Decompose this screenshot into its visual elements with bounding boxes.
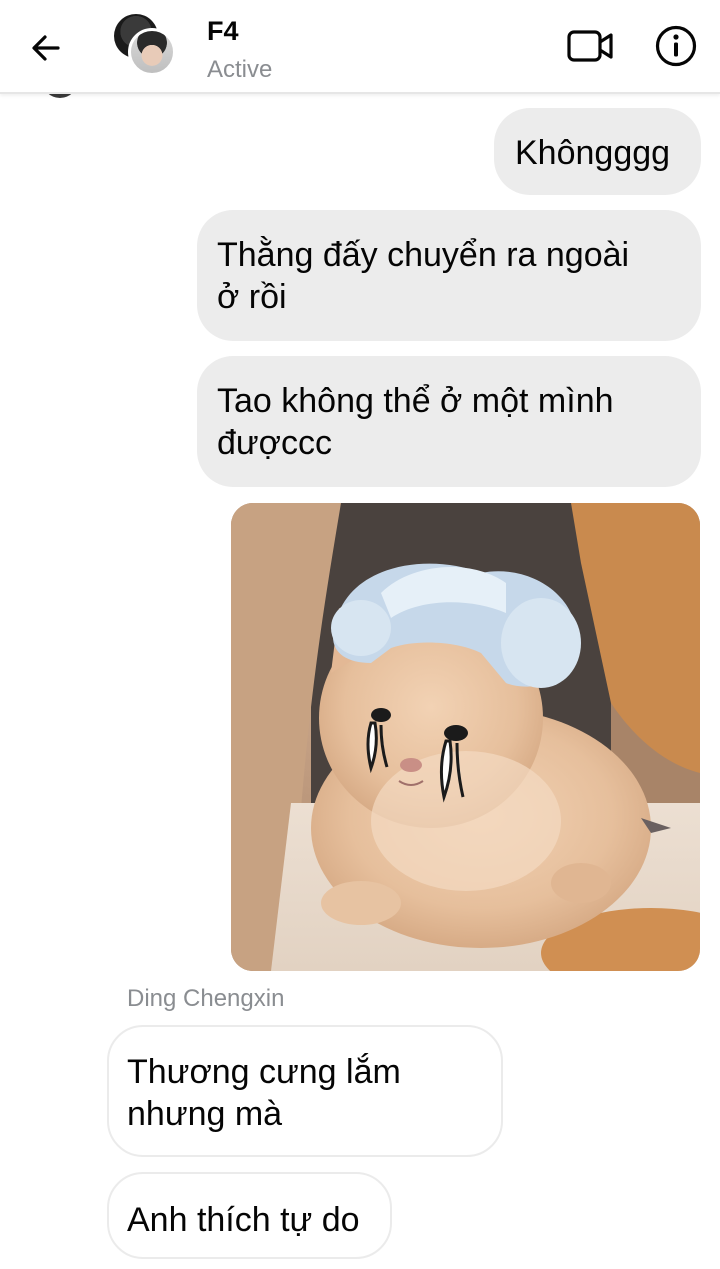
info-icon	[655, 25, 697, 67]
group-avatar[interactable]	[114, 14, 178, 78]
video-call-icon	[567, 30, 613, 62]
active-status: Active	[207, 56, 273, 83]
message-bubble-received[interactable]: Thương cưng lắm nhưng mà	[107, 1025, 503, 1157]
message-text-line: ở rồi	[217, 278, 287, 316]
crying-kitten-sticker[interactable]	[231, 503, 700, 971]
message-text-line: Thằng đấy chuyển ra ngoài	[217, 236, 630, 274]
message-bubble-sent[interactable]: Tao không thể ở một mình đượccc	[197, 356, 701, 487]
message-text-line: nhưng mà	[127, 1095, 283, 1133]
message-text-line: đượccc	[217, 424, 332, 462]
chat-title[interactable]: F4	[207, 16, 239, 47]
chat-header: F4 Active	[0, 0, 720, 94]
message-text-line: Thương cưng lắm	[127, 1053, 401, 1091]
message-bubble-sent[interactable]: Khôngggg	[494, 108, 701, 195]
back-arrow-icon	[32, 35, 60, 61]
video-call-button[interactable]	[566, 26, 616, 66]
sticker-image	[231, 503, 700, 971]
message-bubble-received[interactable]: Anh thích tự do	[107, 1172, 392, 1259]
info-button[interactable]	[654, 24, 698, 68]
message-text: Khôngggg	[515, 134, 671, 172]
message-bubble-sent[interactable]: Thằng đấy chuyển ra ngoài ở rồi	[197, 210, 701, 341]
message-text-line: Tao không thể ở một mình	[217, 382, 614, 420]
sender-name: Ding Chengxin	[127, 985, 285, 1012]
back-button[interactable]	[26, 28, 66, 68]
avatar	[128, 28, 176, 76]
message-text: Anh thích tự do	[127, 1201, 360, 1239]
